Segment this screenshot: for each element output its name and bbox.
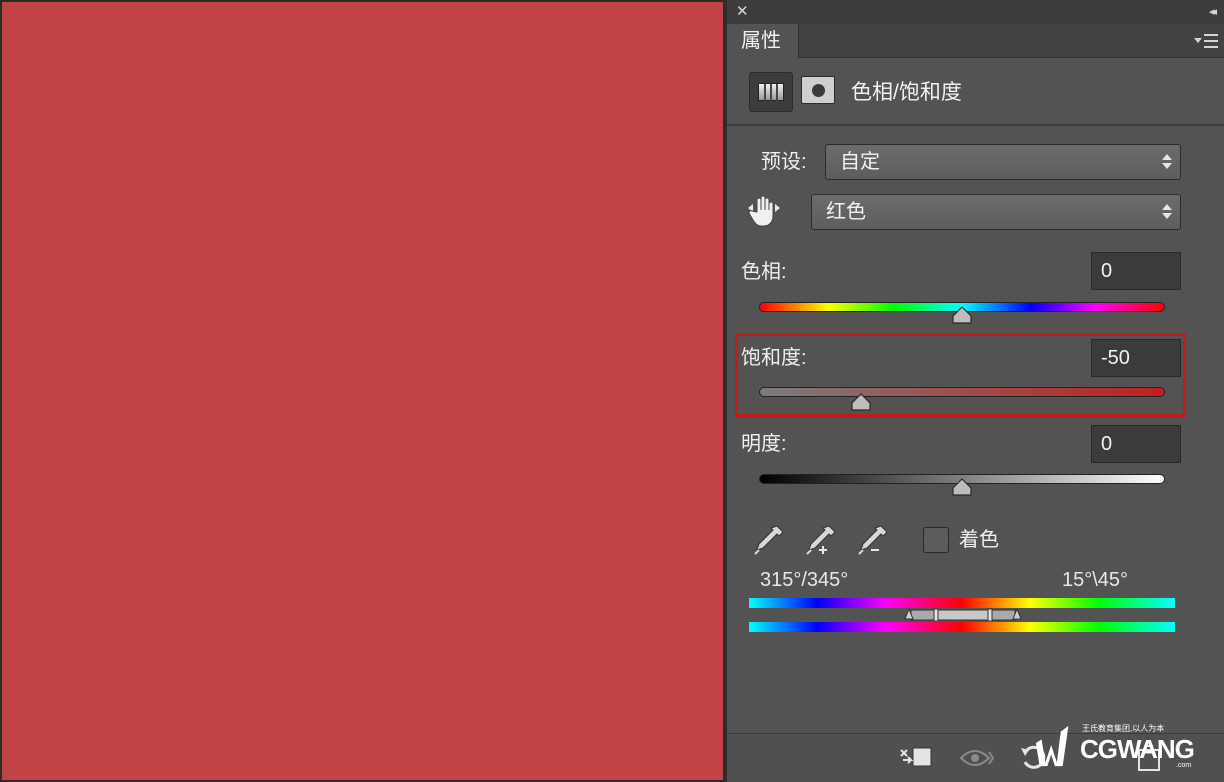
eyedropper-icon[interactable]	[751, 522, 787, 558]
eye-icon[interactable]	[959, 742, 995, 774]
hue-label: 色相:	[741, 261, 787, 283]
hue-spectrum-bar-bottom	[749, 622, 1175, 632]
colorize-checkbox[interactable]	[923, 527, 949, 553]
cgwang-logo-icon	[1035, 725, 1069, 767]
colorize-label: 着色	[959, 529, 999, 551]
hue-slider-thumb[interactable]	[951, 306, 973, 324]
adjustment-header: 色相/饱和度	[727, 58, 1224, 126]
hue-input[interactable]: 0	[1091, 252, 1181, 290]
layer-mask-icon[interactable]	[801, 76, 835, 104]
preset-dropdown[interactable]: 自定	[825, 144, 1181, 180]
canvas-red-fill[interactable]	[2, 2, 723, 780]
saturation-slider-thumb[interactable]	[850, 393, 872, 411]
eyedropper-add-icon[interactable]	[803, 522, 839, 558]
eyedropper-subtract-icon[interactable]	[855, 522, 891, 558]
watermark-brand: CGWANG	[1080, 734, 1195, 764]
channel-dropdown[interactable]: 红色	[811, 194, 1181, 230]
clip-to-layer-icon[interactable]	[897, 742, 933, 774]
dropdown-arrows-icon	[1162, 204, 1172, 220]
panel-title-bar: ✕ ◂◂	[727, 0, 1224, 24]
saturation-label: 饱和度:	[741, 347, 807, 369]
range-right-degrees: 15°\45°	[1062, 569, 1129, 591]
collapse-panel-icon[interactable]: ◂◂	[1209, 3, 1217, 21]
saturation-input[interactable]: -50	[1091, 339, 1181, 377]
tab-properties[interactable]: 属性	[727, 24, 799, 58]
panel-tab-row: 属性	[727, 24, 1224, 58]
close-icon[interactable]: ✕	[736, 2, 749, 22]
saturation-slider-track[interactable]	[759, 387, 1165, 397]
dropdown-arrows-icon	[1162, 154, 1172, 170]
preset-value: 自定	[840, 151, 880, 173]
lightness-label: 明度:	[741, 433, 787, 455]
properties-panel: ✕ ◂◂ 属性 色相/饱和度 预设: 自定 红色 色相: 0 饱和度: -50 …	[725, 0, 1224, 782]
adjustment-title: 色相/饱和度	[851, 81, 962, 104]
document-canvas[interactable]	[0, 0, 725, 782]
on-image-adjust-hand-icon[interactable]	[745, 194, 783, 232]
range-left-degrees: 315°/345°	[760, 569, 849, 591]
hue-saturation-adjustment-icon[interactable]	[749, 72, 793, 112]
cgwang-watermark: 王氏教育集团,以人为本 CGWANG .com	[1032, 722, 1208, 770]
panel-menu-icon[interactable]	[1194, 31, 1218, 51]
lightness-input[interactable]: 0	[1091, 425, 1181, 463]
channel-value: 红色	[826, 201, 866, 223]
lightness-slider-thumb[interactable]	[951, 478, 973, 496]
watermark-tagline: 王氏教育集团,以人为本	[1082, 724, 1165, 733]
watermark-domain: .com	[1176, 762, 1192, 769]
color-range-slider[interactable]	[903, 607, 1023, 621]
preset-label: 预设:	[761, 151, 807, 173]
